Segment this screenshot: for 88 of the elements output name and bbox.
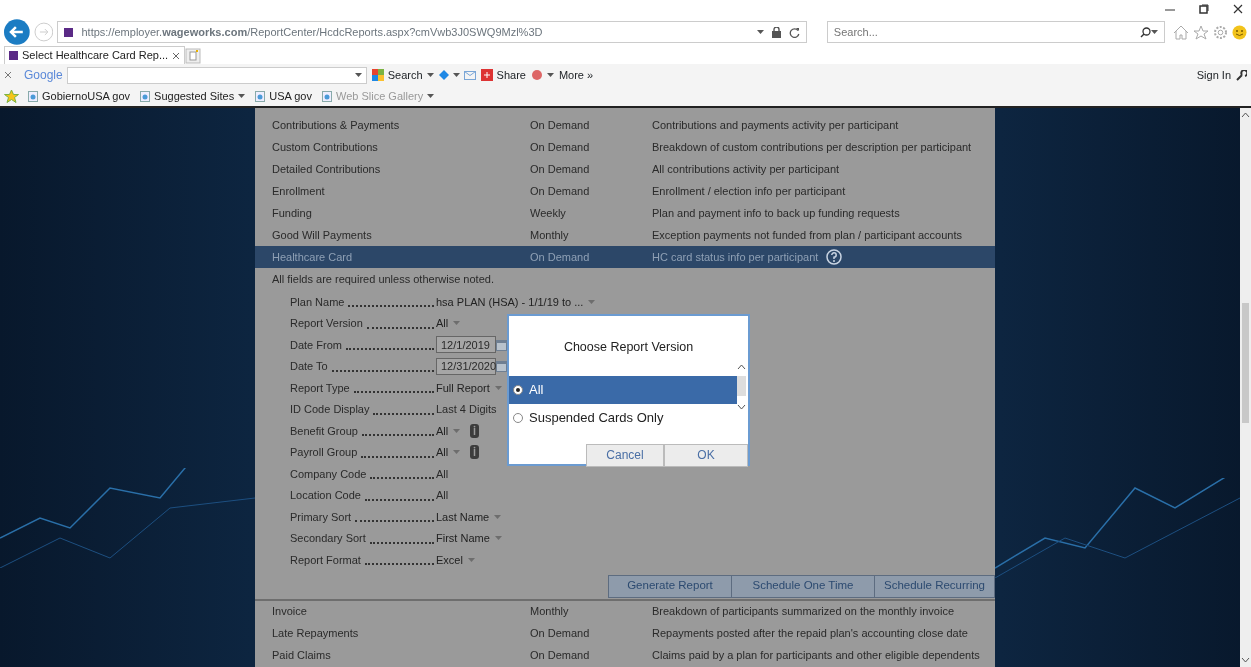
report-name: Funding [272,205,313,221]
report-frequency: Monthly [530,604,570,620]
report-action-button[interactable]: Schedule Recurring [874,575,994,597]
field-label: Secondary Sort [290,531,366,546]
report-description: Enrollment / election info per participant [652,183,846,199]
field-value: Last 4 Digits [436,402,497,417]
report-description: Breakdown of participants summarized on the monthly invoice [652,604,955,620]
report-description: All contributions activity per participant [652,161,840,177]
field-label: Company Code [290,466,367,482]
report-name: Healthcare Card [272,249,354,265]
field-value: All [436,488,449,503]
favorite-link[interactable]: Suggested Sites [139,86,247,106]
report-frequency: Monthly [530,227,570,243]
field-label: Report Type [290,380,350,396]
field-label: Plan Name [290,294,345,310]
address-bar[interactable]: https://employer.wageworks.com/ReportCenter/HcdcReports.aspx?cmVwb3J0SWQ9Mzl%3D [57,21,807,43]
report-frequency: On Demand [530,183,591,199]
report-frequency: On Demand [530,117,591,133]
select-field[interactable]: Excel [436,551,475,568]
report-frequency: On Demand [530,139,591,155]
toolbar-button[interactable]: Share [479,65,527,85]
report-name: Custom Contributions [272,139,379,155]
toolbar-button[interactable]: Search [370,65,435,85]
field-label: Benefit Group [290,423,358,439]
tab-title: Select Healthcare Card Rep... [22,48,169,64]
field-label: Report Format [290,552,361,568]
radio-option[interactable]: Suspended Cards Only [509,403,737,432]
report-row[interactable]: Good Will Payments Monthly Exception payments not funded from plan / participant accounts [255,224,995,246]
favorite-link[interactable]: USA gov [254,86,313,106]
google-logo: Google [24,67,63,84]
search-box[interactable]: Search... [826,21,1165,43]
report-row[interactable]: Contributions & Payments On Demand Contributions and payments activity per participant [255,114,995,136]
report-name: Enrollment [272,183,326,199]
select-field[interactable]: Last Name [436,508,502,525]
report-frequency: Weekly [530,205,567,221]
report-description: Breakdown of custom contributions per description per participant [652,139,972,155]
field-label: Location Code [290,488,361,503]
report-frequency: On Demand [530,626,591,642]
select-field[interactable]: Full Report [436,379,502,396]
report-name: Detailed Contributions [272,161,382,177]
dialog-button[interactable]: Cancel [586,443,664,467]
browser-tab[interactable]: Select Healthcare Card Rep... [4,46,186,64]
report-row[interactable]: Custom Contributions On Demand Breakdown of custom contributions per description per participant [255,136,995,158]
report-name: Good Will Payments [272,227,373,243]
select-field[interactable]: All [436,315,461,332]
report-action-button[interactable]: Generate Report [609,575,731,597]
select-field[interactable]: All [436,444,461,461]
sign-in-button[interactable]: Sign In [1195,65,1232,85]
form-note: All fields are required unless otherwise noted. [272,272,494,288]
report-row[interactable]: Funding Weekly Plan and payment info to back up funding requests [255,202,995,224]
report-description: Plan and payment info to back up funding requests [652,205,900,221]
report-description: Contributions and payments activity per participant [652,117,899,133]
report-row[interactable]: Detailed Contributions On Demand All contributions activity per participant [255,158,995,180]
report-frequency: On Demand [530,648,591,664]
select-field[interactable]: hsa PLAN (HSA) - 1/1/19 to ... [436,293,596,310]
report-description: HC card status info per participant [652,249,819,265]
favorite-link[interactable]: GobiernoUSA gov [27,86,132,106]
report-row[interactable]: Late Repayments On Demand Repayments posted after the repaid plan's accounting close date [255,622,995,645]
url-text: https://employer.wageworks.com/ReportCenter/HcdcReports.aspx?cmVwb3J0SWQ9Mzl%3D [81,24,544,40]
report-row[interactable]: Paid Claims On Demand Claims paid by a plan for participants and other eligible dependents [255,644,995,667]
report-name: Invoice [272,604,308,620]
report-name: Paid Claims [272,648,332,664]
report-frequency: On Demand [530,161,591,177]
field-label: Payroll Group [290,445,358,460]
report-name: Contributions & Payments [272,117,401,133]
field-label: Date To [290,359,328,374]
report-description: Claims paid by a plan for participants and other eligible dependents [652,648,980,664]
report-name: Late Repayments [272,626,360,642]
select-field[interactable]: First Name [436,530,502,547]
report-row[interactable]: Healthcare Card On Demand HC card status info per participant [255,246,995,268]
select-field[interactable]: All [436,422,461,439]
date-field[interactable]: 12/1/2019 [436,336,496,354]
date-field[interactable]: 12/31/2020 [436,357,496,375]
dialog-button[interactable]: OK [664,443,748,467]
report-action-button[interactable]: Schedule One Time [731,575,874,597]
field-label: Report Version [290,316,363,331]
field-value: All [436,466,449,482]
report-frequency: On Demand [530,249,591,265]
toolbar-button[interactable]: More » [557,65,595,85]
field-label: Primary Sort [290,509,352,525]
report-row[interactable]: Enrollment On Demand Enrollment / election info per participant [255,180,995,202]
field-label: ID Code Display [290,402,370,417]
report-row[interactable]: Invoice Monthly Breakdown of participants summarized on the monthly invoice [255,600,995,623]
dialog-title: Choose Report Version [562,339,695,356]
report-description: Exception payments not funded from plan / participant accounts [652,227,962,243]
report-description: Repayments posted after the repaid plan's accounting close date [652,626,968,642]
field-label: Date From [290,337,342,353]
radio-option[interactable]: All [509,375,737,404]
